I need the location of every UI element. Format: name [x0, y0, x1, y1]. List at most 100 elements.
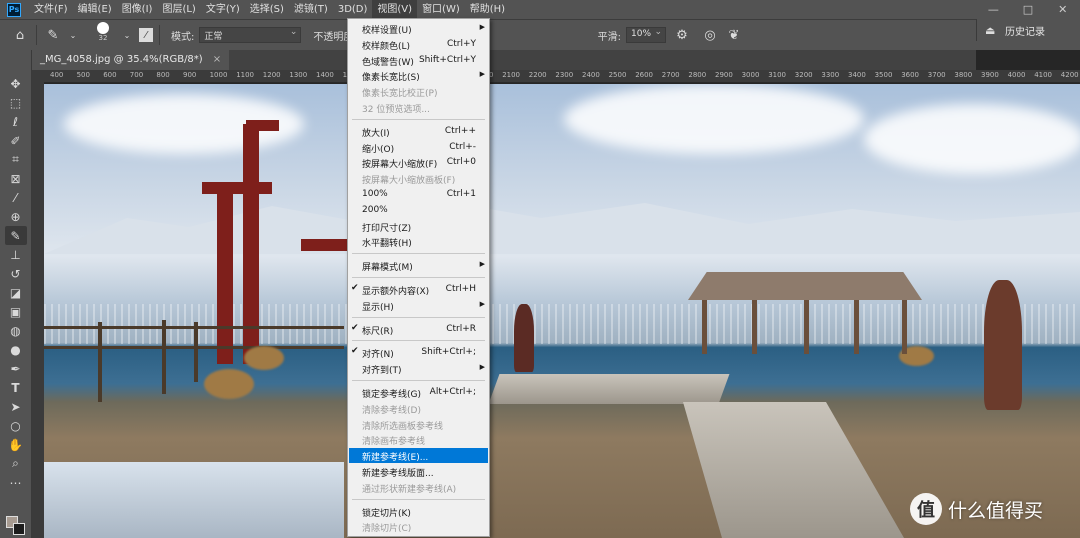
menu-item-label: 打印尺寸(Z) [362, 223, 412, 234]
path-select-tool-icon[interactable]: ➤ [5, 397, 27, 416]
document-tab-bar: _MG_4058.jpg @ 35.4%(RGB/8*) × [32, 50, 976, 70]
smoothing-input[interactable]: 10% [626, 27, 666, 43]
gradient-tool-icon[interactable]: ▣ [5, 302, 27, 321]
quick-select-tool-icon[interactable]: ✐ [5, 131, 27, 150]
view-menu-item[interactable]: 锁定切片(K) [349, 504, 488, 519]
menu-item[interactable]: 图层(L) [157, 0, 200, 19]
boardwalk [683, 402, 904, 538]
move-tool-icon[interactable]: ✥ [5, 74, 27, 93]
view-menu-item[interactable]: 屏幕模式(M) ▶ [349, 258, 488, 273]
view-menu-item[interactable]: 200% [349, 203, 488, 218]
ellipse-tool-icon[interactable]: ○ [5, 416, 27, 435]
ruler-tick-label: 3400 [848, 71, 866, 79]
menu-item[interactable]: 图像(I) [117, 0, 158, 19]
view-menu-item[interactable]: 新建参考线(E)... [349, 448, 488, 464]
horizontal-ruler[interactable]: 4005006007008009001000110012001300140015… [44, 70, 1080, 83]
clone-stamp-tool-icon[interactable]: ⊥ [5, 245, 27, 264]
red-crossbar [246, 120, 279, 131]
lake-glitter [44, 304, 1080, 344]
menu-item[interactable]: 3D(D) [333, 0, 373, 19]
red-crossbar [202, 182, 272, 194]
pen-tool-icon[interactable]: ✒ [5, 359, 27, 378]
view-menu-item[interactable]: 新建参考线版面... [349, 464, 488, 479]
blur-tool-icon[interactable]: ◍ [5, 321, 27, 340]
view-menu-item[interactable]: 校样设置(U) ▶ [349, 21, 488, 36]
view-menu-item[interactable]: 锁定参考线(G) Alt+Ctrl+; [349, 385, 488, 400]
menu-item[interactable]: 滤镜(T) [289, 0, 333, 19]
menu-item-label: 清除切片(C) [362, 524, 412, 535]
menu-separator [352, 340, 485, 342]
menu-item-shortcut: Ctrl+Y [446, 38, 476, 49]
view-menu-item[interactable]: ✔ 显示额外内容(X) Ctrl+H [349, 282, 488, 297]
crop-tool-icon[interactable]: ⌗ [5, 150, 27, 169]
view-menu-item[interactable]: 水平翻转(H) [349, 234, 488, 249]
menu-item[interactable]: 选择(S) [245, 0, 289, 19]
history-brush-tool-icon[interactable]: ↺ [5, 264, 27, 283]
view-menu-item[interactable]: 对齐到(T) ▶ [349, 361, 488, 376]
view-menu-item[interactable]: 缩小(O) Ctrl+- [349, 140, 488, 155]
brush-preset-picker[interactable]: 32 [89, 22, 117, 42]
lasso-tool-icon[interactable]: ℓ [5, 112, 27, 131]
mode-select[interactable]: 正常 [199, 27, 302, 43]
vertical-ruler[interactable] [32, 70, 44, 538]
ruler-tick-label: 3600 [901, 71, 920, 79]
checkmark-icon: ✔ [351, 283, 359, 293]
menu-item[interactable]: 文字(Y) [201, 0, 245, 19]
view-menu-item[interactable]: 显示(H) ▶ [349, 298, 488, 313]
document-tab[interactable]: _MG_4058.jpg @ 35.4%(RGB/8*) × [32, 50, 230, 70]
eyedropper-tool-icon[interactable]: ⁄ [5, 188, 27, 207]
healing-brush-tool-icon[interactable]: ⊕ [5, 207, 27, 226]
history-icon: ⏏ [985, 23, 996, 37]
ruler-tick-label: 1400 [316, 71, 334, 79]
view-menu-item[interactable]: 校样颜色(L) Ctrl+Y [349, 37, 488, 52]
menu-item[interactable]: 视图(V) [372, 0, 418, 19]
chevron-down-icon[interactable]: ⌄ [117, 25, 137, 45]
zoom-tool-icon[interactable]: ⌕ [5, 454, 27, 473]
view-menu-item[interactable]: 放大(I) Ctrl++ [349, 124, 488, 139]
view-menu-item[interactable]: 打印尺寸(Z) [349, 219, 488, 234]
symmetry-icon[interactable]: ❦ [724, 25, 744, 45]
view-menu-item[interactable]: ✔ 标尺(R) Ctrl+R [349, 322, 488, 337]
close-icon[interactable]: × [213, 54, 221, 65]
menu-item-label: 显示额外内容(X) [362, 287, 430, 297]
dodge-tool-icon[interactable]: ● [5, 340, 27, 359]
photoshop-logo-icon: Ps [7, 2, 21, 17]
brush-tool-icon[interactable]: ✎ [43, 25, 63, 45]
history-panel[interactable]: ⏏ 历史记录 [976, 19, 1080, 41]
view-menu-item[interactable]: 按屏幕大小缩放(F) Ctrl+0 [349, 155, 488, 170]
view-menu-item[interactable]: 像素长宽比(S) ▶ [349, 68, 488, 83]
brush-preview-icon [97, 22, 109, 34]
menu-separator [352, 277, 485, 278]
background-color-swatch[interactable] [13, 523, 25, 535]
chevron-down-icon[interactable]: ⌄ [63, 25, 83, 45]
menu-item-label: 32 位预览选项... [362, 105, 430, 115]
maximize-button[interactable]: □ [1011, 0, 1046, 19]
ruler-tick-label: 4100 [1034, 71, 1053, 79]
close-button[interactable]: ✕ [1045, 0, 1080, 19]
minimize-button[interactable]: — [976, 0, 1011, 19]
ruler-tick-label: 2200 [528, 71, 547, 79]
brush-tool-icon[interactable]: ✎ [4, 226, 27, 245]
brush-settings-icon[interactable]: ⁄ [139, 28, 153, 42]
document-canvas[interactable] [44, 84, 1080, 538]
checkmark-icon: ✔ [351, 346, 359, 357]
gear-icon[interactable]: ⚙ [672, 25, 692, 45]
pavilion-post [702, 300, 707, 354]
frame-tool-icon[interactable]: ⊠ [5, 169, 27, 188]
menu-item[interactable]: 帮助(H) [465, 0, 510, 19]
view-menu-item[interactable]: ✔ 对齐(N) Shift+Ctrl+; [349, 345, 488, 360]
more-tools-icon[interactable]: ⋯ [5, 473, 27, 492]
pressure-icon[interactable]: ◎ [700, 25, 720, 45]
shrub [244, 346, 284, 370]
hand-tool-icon[interactable]: ✋ [5, 435, 27, 454]
ruler-tick-label: 3000 [741, 71, 760, 79]
menu-item[interactable]: 编辑(E) [73, 0, 117, 19]
menu-item[interactable]: 文件(F) [29, 0, 73, 19]
home-icon[interactable]: ⌂ [10, 25, 30, 45]
view-menu-item[interactable]: 100% Ctrl+1 [349, 187, 488, 202]
marquee-tool-icon[interactable]: ⬚ [5, 93, 27, 112]
type-tool-icon[interactable]: T [5, 378, 27, 397]
eraser-tool-icon[interactable]: ◪ [5, 283, 27, 302]
menu-item[interactable]: 窗口(W) [417, 0, 465, 19]
view-menu-item[interactable]: 色域警告(W) Shift+Ctrl+Y [349, 53, 488, 68]
